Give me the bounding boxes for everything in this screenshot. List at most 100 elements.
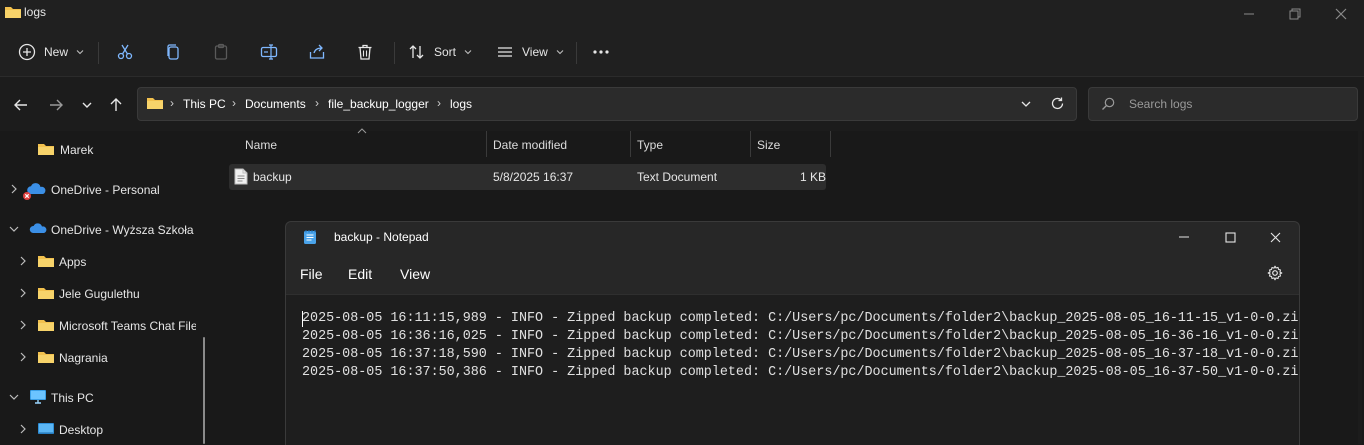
chevron-right-icon[interactable]: [17, 319, 29, 331]
more-options-button[interactable]: [592, 38, 610, 66]
sidebar-item-onedrive-school[interactable]: OneDrive - Wyższa Szkoła G: [0, 216, 205, 244]
notepad-text-area[interactable]: 2025-08-05 16:11:15,989 - INFO - Zipped …: [286, 294, 1299, 445]
notepad-settings-button[interactable]: [1267, 265, 1283, 281]
refresh-button[interactable]: [1050, 96, 1065, 111]
notepad-maximize-button[interactable]: [1207, 222, 1253, 252]
sidebar-item-label: Marek: [60, 143, 94, 157]
chevron-down-icon: [464, 48, 472, 56]
minimize-icon: [1179, 232, 1189, 242]
delete-button[interactable]: [356, 38, 374, 66]
sidebar-item-label: Apps: [59, 255, 87, 269]
chevron-down-icon: [556, 48, 564, 56]
file-size: 1 KB: [800, 170, 827, 184]
log-line: 2025-08-05 16:37:50,386 - INFO - Zipped …: [302, 365, 1300, 380]
close-button[interactable]: [1318, 0, 1364, 28]
breadcrumb-logs[interactable]: logs: [450, 97, 472, 111]
sidebar-item-nagrania[interactable]: Nagrania: [0, 344, 205, 372]
column-divider[interactable]: [750, 131, 751, 157]
up-button[interactable]: [104, 93, 128, 117]
folder-icon: [146, 95, 164, 111]
rename-button[interactable]: [260, 38, 278, 66]
sidebar-item-onedrive-personal[interactable]: OneDrive - Personal: [0, 176, 205, 204]
sidebar-item-label: OneDrive - Personal: [51, 183, 160, 197]
cut-button[interactable]: [116, 38, 134, 66]
back-button[interactable]: [9, 93, 33, 117]
view-button[interactable]: View: [496, 38, 564, 66]
sidebar-scrollbar[interactable]: [203, 337, 205, 444]
sidebar-item-marek[interactable]: Marek: [0, 136, 205, 164]
breadcrumb-separator: ›: [315, 96, 319, 110]
more-icon: [592, 43, 610, 61]
log-line: 2025-08-05 16:11:15,989 - INFO - Zipped …: [302, 311, 1300, 326]
notepad-minimize-button[interactable]: [1161, 222, 1207, 252]
menu-file[interactable]: File: [300, 266, 323, 282]
paste-button[interactable]: [212, 38, 230, 66]
column-header-size[interactable]: Size: [757, 138, 780, 152]
address-bar[interactable]: › This PC › Documents › file_backup_logg…: [137, 87, 1077, 121]
file-type: Text Document: [637, 170, 718, 184]
scissors-icon: [116, 43, 134, 61]
chevron-down-icon: [81, 99, 93, 111]
new-button-label: New: [44, 45, 69, 59]
column-header-date-modified[interactable]: Date modified: [493, 138, 567, 152]
chevron-right-icon[interactable]: [17, 255, 29, 267]
text-document-icon: [234, 168, 248, 185]
sort-icon: [408, 43, 426, 61]
search-icon: [1101, 97, 1115, 111]
breadcrumb-file-backup-logger[interactable]: file_backup_logger: [328, 97, 429, 111]
file-name: backup: [253, 170, 292, 184]
chevron-right-icon[interactable]: [8, 183, 20, 195]
share-icon: [308, 43, 326, 61]
notepad-title-bar: backup - Notepad: [286, 222, 1299, 252]
log-line: 2025-08-05 16:37:18,590 - INFO - Zipped …: [302, 347, 1300, 362]
breadcrumb-documents[interactable]: Documents: [245, 97, 306, 111]
recent-locations-button[interactable]: [75, 93, 99, 117]
search-box[interactable]: Search logs: [1088, 87, 1358, 121]
copy-button[interactable]: [164, 38, 182, 66]
restore-button[interactable]: [1272, 0, 1318, 28]
column-divider[interactable]: [830, 131, 831, 157]
folder-icon: [37, 285, 55, 301]
menu-view[interactable]: View: [400, 266, 430, 282]
notepad-title: backup - Notepad: [334, 230, 429, 244]
menu-edit[interactable]: Edit: [348, 266, 372, 282]
minimize-button[interactable]: [1226, 0, 1272, 28]
sidebar-item-apps[interactable]: Apps: [0, 248, 205, 276]
sidebar-item-teams-chat-files[interactable]: Microsoft Teams Chat File: [0, 312, 205, 340]
file-date-modified: 5/8/2025 16:37: [493, 170, 574, 184]
text-caret: [302, 311, 303, 327]
column-header-name[interactable]: Name: [245, 138, 277, 152]
rename-icon: [260, 43, 278, 61]
breadcrumb-this-pc[interactable]: This PC: [183, 97, 226, 111]
forward-button[interactable]: [44, 93, 68, 117]
sort-button[interactable]: Sort: [408, 38, 472, 66]
chevron-down-icon: [1020, 98, 1032, 110]
chevron-right-icon[interactable]: [17, 287, 29, 299]
file-row[interactable]: backup 5/8/2025 16:37 Text Document 1 KB: [229, 164, 826, 190]
column-divider[interactable]: [486, 131, 487, 157]
column-header-type[interactable]: Type: [637, 138, 663, 152]
computer-icon: [29, 389, 47, 405]
sidebar-item-this-pc[interactable]: This PC: [0, 384, 205, 412]
sidebar-item-desktop[interactable]: Desktop: [0, 416, 205, 444]
toolbar-divider: [576, 42, 577, 64]
sort-button-label: Sort: [434, 45, 457, 59]
trash-icon: [356, 43, 374, 61]
address-history-button[interactable]: [1020, 98, 1032, 110]
share-button[interactable]: [308, 38, 326, 66]
chevron-down-icon[interactable]: [8, 391, 20, 403]
file-list-scrollbar-track: [1358, 131, 1362, 444]
new-button[interactable]: New: [18, 38, 84, 66]
notepad-close-button[interactable]: [1252, 222, 1298, 252]
view-list-icon: [496, 43, 514, 61]
close-icon: [1270, 232, 1281, 243]
notepad-icon: [303, 229, 317, 245]
chevron-down-icon[interactable]: [8, 223, 20, 235]
log-line: 2025-08-05 16:36:16,025 - INFO - Zipped …: [302, 329, 1300, 344]
column-divider[interactable]: [630, 131, 631, 157]
chevron-right-icon[interactable]: [17, 351, 29, 363]
gear-icon: [1267, 265, 1283, 281]
chevron-right-icon[interactable]: [17, 423, 29, 435]
sidebar-item-jele-gugulethu[interactable]: Jele Gugulethu: [0, 280, 205, 308]
arrow-left-icon: [13, 97, 29, 113]
